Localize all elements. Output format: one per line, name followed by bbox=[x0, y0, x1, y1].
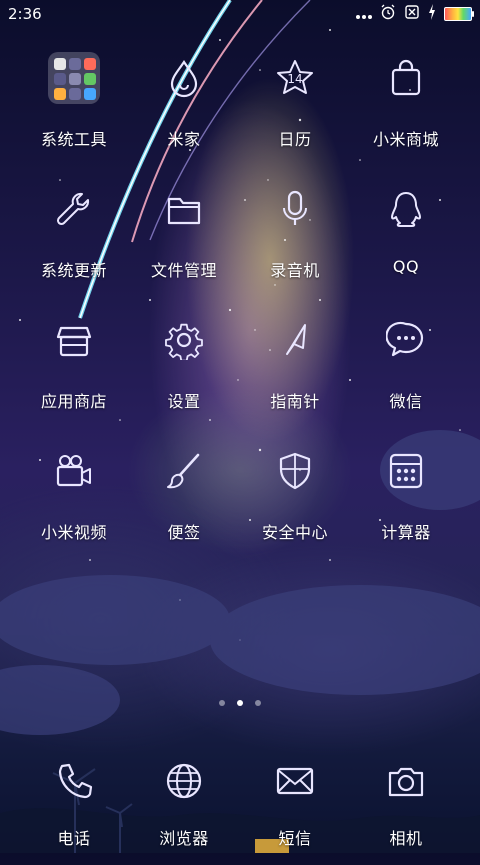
phone-icon bbox=[48, 755, 100, 807]
clock: 2:36 bbox=[8, 5, 42, 23]
app-label: 日历 bbox=[278, 130, 312, 149]
app-label: 录音机 bbox=[270, 261, 320, 280]
app-app-store[interactable]: 应用商店 bbox=[19, 314, 129, 424]
microphone-icon bbox=[269, 183, 321, 235]
page-dot[interactable] bbox=[255, 700, 261, 706]
app-calendar[interactable]: 14 日历 bbox=[240, 52, 350, 162]
page-indicator bbox=[0, 700, 480, 706]
app-system-tools[interactable]: 系统工具 bbox=[19, 52, 129, 162]
globe-icon bbox=[158, 755, 210, 807]
chat-bubble-icon bbox=[380, 314, 432, 366]
app-label: QQ bbox=[392, 257, 420, 276]
page-dot-active[interactable] bbox=[237, 700, 243, 706]
app-mijia[interactable]: 米家 bbox=[129, 52, 239, 162]
more-dots-icon bbox=[356, 5, 372, 24]
app-label: 系统更新 bbox=[40, 261, 107, 280]
app-label: 计算器 bbox=[381, 523, 431, 542]
app-security[interactable]: 安全中心 bbox=[240, 445, 350, 555]
dock-phone[interactable]: 电话 bbox=[19, 755, 129, 865]
app-label: 应用商店 bbox=[40, 392, 107, 411]
app-label: 设置 bbox=[167, 392, 201, 411]
calendar-date: 14 bbox=[287, 72, 302, 86]
app-wechat[interactable]: 微信 bbox=[351, 314, 461, 424]
app-label: 安全中心 bbox=[261, 523, 328, 542]
app-label: 短信 bbox=[278, 829, 312, 848]
app-system-update[interactable]: 系统更新 bbox=[19, 183, 129, 293]
app-label: 微信 bbox=[389, 392, 423, 411]
app-label: 系统工具 bbox=[40, 130, 107, 149]
calculator-icon bbox=[380, 445, 432, 497]
shopping-bag-icon bbox=[380, 52, 432, 104]
compass-icon bbox=[269, 314, 321, 366]
folder-outline-icon bbox=[158, 183, 210, 235]
sim-off-icon bbox=[404, 4, 420, 24]
page-dot[interactable] bbox=[219, 700, 225, 706]
gear-icon bbox=[158, 314, 210, 366]
app-label: 电话 bbox=[57, 829, 91, 848]
app-label: 米家 bbox=[167, 130, 201, 149]
app-notes[interactable]: 便签 bbox=[129, 445, 239, 555]
app-mi-store[interactable]: 小米商城 bbox=[351, 52, 461, 162]
folder-icon bbox=[48, 52, 100, 104]
dock-messages[interactable]: 短信 bbox=[240, 755, 350, 865]
dock-browser[interactable]: 浏览器 bbox=[129, 755, 239, 865]
wrench-icon bbox=[48, 183, 100, 235]
app-recorder[interactable]: 录音机 bbox=[240, 183, 350, 293]
camera-icon bbox=[380, 755, 432, 807]
app-label: 指南针 bbox=[270, 392, 320, 411]
battery-icon bbox=[444, 7, 474, 21]
alarm-icon bbox=[380, 4, 396, 24]
dock: 电话 浏览器 短信 相机 bbox=[0, 755, 480, 853]
dock-camera[interactable]: 相机 bbox=[351, 755, 461, 865]
app-label: 小米视频 bbox=[40, 523, 107, 542]
app-label: 便签 bbox=[167, 523, 201, 542]
app-label: 小米商城 bbox=[372, 130, 439, 149]
charging-icon bbox=[428, 4, 436, 24]
shield-icon bbox=[269, 445, 321, 497]
app-label: 文件管理 bbox=[150, 261, 217, 280]
drop-icon bbox=[158, 52, 210, 104]
store-icon bbox=[48, 314, 100, 366]
app-mi-video[interactable]: 小米视频 bbox=[19, 445, 129, 555]
envelope-icon bbox=[269, 755, 321, 807]
app-label: 相机 bbox=[389, 829, 423, 848]
brush-icon bbox=[158, 445, 210, 497]
app-label: 浏览器 bbox=[159, 829, 209, 848]
status-bar: 2:36 bbox=[0, 0, 480, 28]
app-compass[interactable]: 指南针 bbox=[240, 314, 350, 424]
app-calculator[interactable]: 计算器 bbox=[351, 445, 461, 555]
video-camera-icon bbox=[48, 445, 100, 497]
app-qq[interactable]: QQ bbox=[351, 183, 461, 293]
app-file-manager[interactable]: 文件管理 bbox=[129, 183, 239, 293]
calendar-star-icon: 14 bbox=[269, 52, 321, 104]
qq-penguin-icon bbox=[380, 183, 432, 235]
app-settings[interactable]: 设置 bbox=[129, 314, 239, 424]
status-icons bbox=[356, 4, 474, 24]
